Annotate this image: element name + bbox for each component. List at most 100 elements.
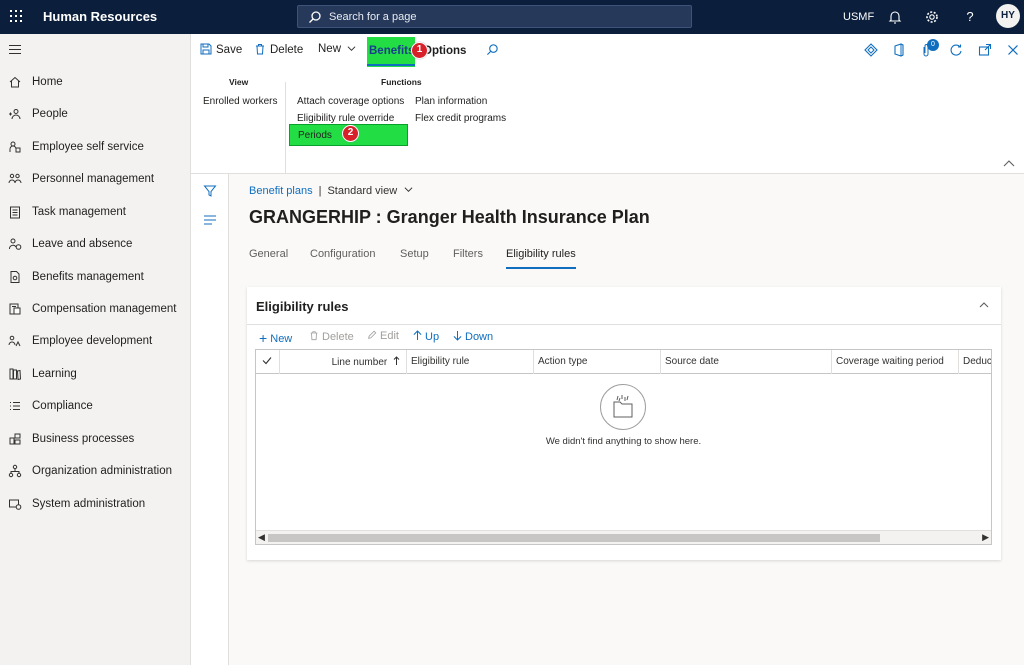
delete-button[interactable]: Delete — [254, 43, 303, 61]
app-title[interactable]: Human Resources — [43, 9, 157, 24]
breadcrumb-benefit-plans[interactable]: Benefit plans — [249, 185, 313, 197]
search-input[interactable]: Search for a page — [297, 5, 692, 28]
gear-icon[interactable] — [923, 8, 941, 26]
grid-up-button[interactable]: Up — [413, 330, 439, 343]
sidebar-item-compliance[interactable]: Compliance — [0, 396, 190, 418]
sidebar-item-task-management[interactable]: Task management — [0, 202, 190, 224]
sidebar-item-benefits-management[interactable]: Benefits management — [0, 267, 190, 289]
view-selector[interactable]: Standard view — [327, 185, 397, 197]
sidebar-item-employee-self-service[interactable]: Employee self service — [0, 137, 190, 159]
sidebar-item-system-administration[interactable]: System administration — [0, 494, 190, 516]
chevron-down-icon[interactable] — [404, 185, 413, 194]
column-coverage-waiting-period[interactable]: Coverage waiting period — [832, 350, 959, 374]
tab-setup[interactable]: Setup — [400, 248, 429, 260]
menu-attach-coverage-options[interactable]: Attach coverage options — [297, 96, 404, 107]
sidebar-item-employee-development[interactable]: Employee development — [0, 331, 190, 353]
refresh-icon[interactable] — [949, 43, 963, 57]
sidebar-item-label: Compliance — [32, 400, 93, 412]
tab-options[interactable]: Options — [423, 45, 466, 57]
column-line-number[interactable]: Line number — [280, 350, 407, 374]
tab-benefits[interactable]: Benefits — [367, 37, 415, 67]
sidebar-item-label: Task management — [32, 206, 126, 218]
organization-administration-icon — [8, 464, 22, 478]
help-icon[interactable]: ? — [961, 8, 979, 26]
save-label: Save — [216, 44, 243, 56]
compliance-icon — [10, 402, 20, 410]
sort-ascending-icon — [393, 356, 400, 365]
hamburger-menu-icon[interactable] — [9, 45, 21, 55]
column-source-date[interactable]: Source date — [661, 350, 832, 374]
sidebar-item-learning[interactable]: Learning — [0, 364, 190, 386]
sidebar-item-leave-and-absence[interactable]: Leave and absence — [0, 234, 190, 256]
section-title[interactable]: Eligibility rules — [256, 299, 348, 314]
action-pane: Save Delete New Benefits Options 1 0 Vie… — [191, 34, 1024, 184]
people-icon — [9, 109, 21, 120]
attachments-button[interactable]: 0 — [920, 39, 940, 60]
arrow-down-icon — [453, 331, 462, 341]
list-icon[interactable] — [203, 214, 217, 226]
menu-plan-information[interactable]: Plan information — [415, 96, 487, 107]
avatar[interactable]: HY — [996, 4, 1020, 28]
horizontal-scrollbar[interactable]: ◀ ▶ — [256, 530, 991, 544]
scrollbar-thumb[interactable] — [268, 534, 880, 542]
office-icon[interactable] — [892, 43, 906, 57]
new-dropdown-button[interactable]: New — [318, 43, 356, 61]
column-deduction[interactable]: Deduc — [959, 350, 991, 374]
tab-eligibility-rules[interactable]: Eligibility rules — [506, 248, 576, 269]
collapse-ribbon-icon[interactable] — [1003, 159, 1015, 168]
menu-periods-label: Periods — [298, 130, 332, 141]
column-eligibility-rule[interactable]: Eligibility rule — [407, 350, 534, 374]
scroll-left-icon[interactable]: ◀ — [258, 532, 265, 543]
eligibility-rules-grid: Line number Eligibility rule Action type… — [255, 349, 992, 545]
chevron-down-icon — [347, 46, 356, 52]
grid-new-label: New — [270, 333, 293, 345]
app-launcher-icon[interactable] — [10, 10, 22, 22]
search-icon — [309, 11, 321, 23]
close-icon[interactable] — [1006, 43, 1020, 57]
sidebar-item-label: System administration — [32, 498, 146, 510]
search-placeholder: Search for a page — [329, 11, 417, 23]
sidebar-item-label: Organization administration — [32, 465, 172, 477]
select-all-checkbox[interactable] — [256, 350, 280, 374]
open-new-window-icon[interactable] — [978, 43, 992, 57]
menu-flex-credit-programs[interactable]: Flex credit programs — [415, 113, 506, 124]
benefits-management-icon — [10, 271, 20, 283]
bell-icon[interactable] — [886, 8, 904, 26]
company-picker[interactable]: USMF — [843, 11, 874, 23]
grid-edit-button[interactable]: Edit — [367, 330, 399, 342]
learning-icon — [9, 368, 22, 381]
tab-filters[interactable]: Filters — [453, 248, 483, 260]
checkmark-icon — [262, 357, 272, 365]
tab-configuration[interactable]: Configuration — [310, 248, 375, 260]
menu-enrolled-workers[interactable]: Enrolled workers — [203, 96, 277, 107]
breadcrumb-separator: | — [318, 185, 322, 197]
column-action-type[interactable]: Action type — [534, 350, 661, 374]
filter-icon[interactable] — [203, 184, 217, 198]
save-button[interactable]: Save — [200, 43, 242, 61]
group-divider — [285, 82, 286, 184]
sidebar-item-home[interactable]: Home — [0, 72, 190, 94]
employee-development-icon — [8, 335, 21, 347]
leave-absence-icon — [9, 238, 22, 250]
sidebar-item-business-processes[interactable]: Business processes — [0, 429, 190, 451]
tab-benefits-label: Benefits — [369, 45, 415, 57]
employee-self-service-icon — [9, 141, 21, 153]
diamond-icon[interactable] — [864, 43, 878, 57]
sidebar-item-label: Business processes — [32, 433, 135, 445]
sidebar-item-label: Employee development — [32, 335, 153, 347]
menu-eligibility-rule-override[interactable]: Eligibility rule override — [297, 113, 394, 124]
home-icon — [9, 76, 21, 88]
sidebar-item-personnel-management[interactable]: Personnel management — [0, 169, 190, 191]
grid-new-button[interactable]: + New — [259, 330, 292, 346]
save-icon — [200, 43, 212, 55]
sidebar-item-compensation-management[interactable]: Compensation management — [0, 299, 190, 321]
main-content: Benefit plans | Standard view GRANGERHIP :… — [229, 174, 1024, 665]
grid-delete-button[interactable]: Delete — [309, 330, 354, 343]
tab-general[interactable]: General — [249, 248, 288, 260]
chevron-up-icon[interactable] — [979, 300, 989, 310]
grid-down-button[interactable]: Down — [453, 330, 493, 343]
search-icon[interactable] — [486, 43, 499, 56]
sidebar-item-people[interactable]: People — [0, 104, 190, 126]
sidebar-item-organization-administration[interactable]: Organization administration — [0, 461, 190, 483]
scroll-right-icon[interactable]: ▶ — [982, 532, 989, 543]
